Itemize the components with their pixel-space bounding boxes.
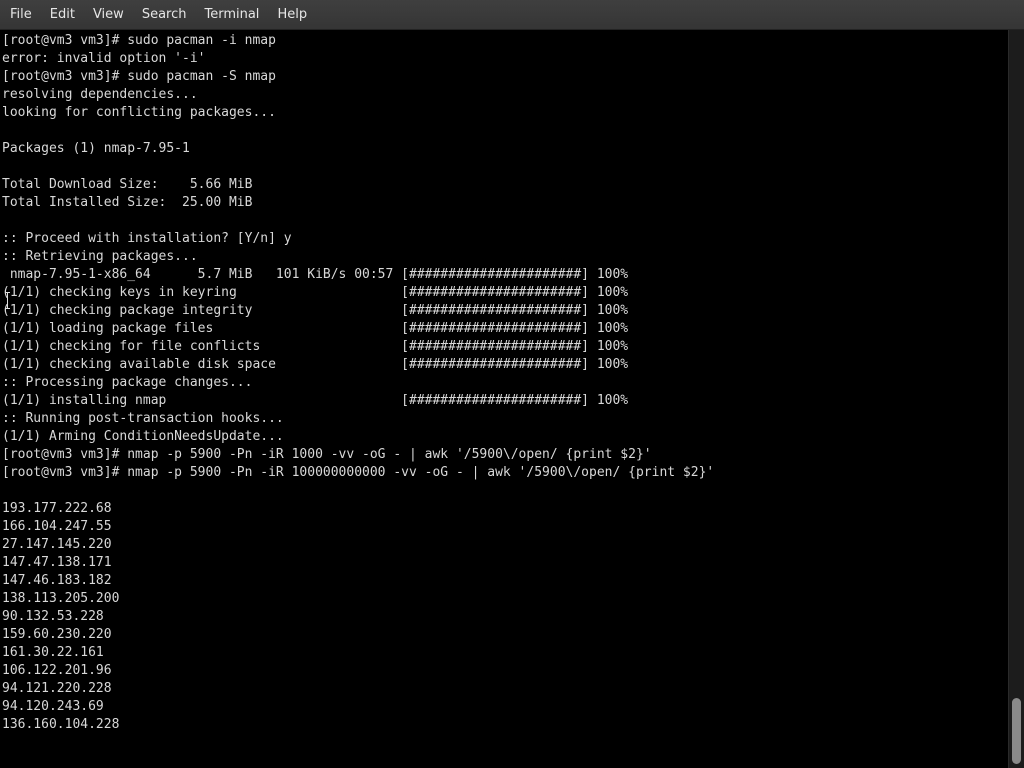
terminal-line: :: Processing package changes... [2,375,253,390]
terminal-line: 193.177.222.68 [2,501,112,516]
terminal-line: Total Installed Size: 25.00 MiB [2,195,253,210]
terminal-line: (1/1) checking package integrity [######… [2,303,629,318]
terminal-line: 136.160.104.228 [2,717,120,732]
terminal-line: (1/1) checking keys in keyring [########… [2,285,629,300]
menu-bar: File Edit View Search Terminal Help [0,0,1024,30]
menu-search[interactable]: Search [133,0,196,30]
terminal-line: [root@vm3 vm3]# nmap -p 5900 -Pn -iR 100… [2,447,652,462]
terminal-line: 94.120.243.69 [2,699,104,714]
menu-file[interactable]: File [0,0,41,30]
terminal-line: (1/1) installing nmap [#################… [2,393,629,408]
terminal-line: 94.121.220.228 [2,681,112,696]
terminal-line: [root@vm3 vm3]# nmap -p 5900 -Pn -iR 100… [2,465,715,480]
terminal-line: (1/1) Arming ConditionNeedsUpdate... [2,429,284,444]
terminal-line: 161.30.22.161 [2,645,104,660]
menu-edit[interactable]: Edit [41,0,84,30]
terminal-line: 138.113.205.200 [2,591,120,606]
terminal-line: 147.46.183.182 [2,573,112,588]
terminal-window: File Edit View Search Terminal Help [roo… [0,0,1024,768]
terminal-line: :: Proceed with installation? [Y/n] y [2,231,292,246]
terminal-line: (1/1) checking available disk space [###… [2,357,629,372]
menu-view[interactable]: View [84,0,133,30]
terminal-output[interactable]: [root@vm3 vm3]# sudo pacman -i nmap error… [0,30,1008,768]
terminal-line: Total Download Size: 5.66 MiB [2,177,253,192]
terminal-line: (1/1) checking for file conflicts [#####… [2,339,629,354]
terminal-line: 90.132.53.228 [2,609,104,624]
terminal-line: [root@vm3 vm3]# sudo pacman -i nmap [2,33,276,48]
terminal-line: error: invalid option '-i' [2,51,206,66]
terminal-line: Packages (1) nmap-7.95-1 [2,141,190,156]
vertical-scrollbar[interactable] [1008,30,1024,768]
terminal-line: 147.47.138.171 [2,555,112,570]
terminal-line: 159.60.230.220 [2,627,112,642]
terminal-line: 106.122.201.96 [2,663,112,678]
terminal-line: :: Running post-transaction hooks... [2,411,284,426]
terminal-line: nmap-7.95-1-x86_64 5.7 MiB 101 KiB/s 00:… [2,267,629,282]
terminal-line: :: Retrieving packages... [2,249,198,264]
terminal-line: (1/1) loading package files [###########… [2,321,629,336]
scrollbar-thumb[interactable] [1012,698,1021,764]
text-cursor-icon [5,292,10,309]
terminal-line: resolving dependencies... [2,87,198,102]
menu-terminal[interactable]: Terminal [195,0,268,30]
terminal-line: [root@vm3 vm3]# sudo pacman -S nmap [2,69,276,84]
menu-help[interactable]: Help [268,0,316,30]
terminal-line: 27.147.145.220 [2,537,112,552]
terminal-line: looking for conflicting packages... [2,105,276,120]
terminal-line: 166.104.247.55 [2,519,112,534]
